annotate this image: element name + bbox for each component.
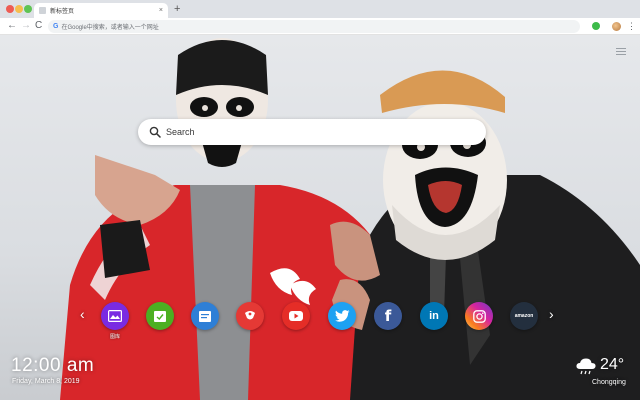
extension-green-icon[interactable] xyxy=(592,22,600,30)
twitter-icon xyxy=(328,302,356,330)
speed-dial-game[interactable] xyxy=(235,302,265,330)
speed-dial-gallery[interactable]: 图库 xyxy=(100,302,130,340)
speed-dial-prev-button[interactable]: ‹ xyxy=(80,307,85,321)
speed-dial-notes[interactable] xyxy=(190,302,220,330)
search-icon xyxy=(149,126,161,138)
close-window-button[interactable] xyxy=(6,5,14,13)
amazon-icon: amazon xyxy=(510,302,538,330)
speed-dial-amazon[interactable]: amazon xyxy=(509,302,539,330)
new-tab-page: Search ‹ 图库 f in amazon › 12:00 am Frida… xyxy=(0,35,640,400)
back-button[interactable]: ← xyxy=(7,21,17,31)
weather-city: Chongqing xyxy=(592,379,626,386)
forward-button[interactable]: → xyxy=(21,21,31,31)
reload-button[interactable]: C xyxy=(35,21,42,31)
speed-dial-label-gallery: 图库 xyxy=(109,334,120,340)
speed-dial-instagram[interactable] xyxy=(464,302,494,330)
tab-close-icon[interactable]: × xyxy=(159,7,163,14)
search-bar[interactable]: Search xyxy=(138,119,486,145)
tab-title: 新标签页 xyxy=(50,9,75,15)
page-settings-menu-icon[interactable] xyxy=(616,48,626,57)
search-placeholder: Search xyxy=(166,127,195,137)
google-icon: G xyxy=(53,23,59,30)
browser-menu-icon[interactable]: ⋮ xyxy=(627,20,636,32)
speed-dial-next-button[interactable]: › xyxy=(549,307,554,321)
minimize-window-button[interactable] xyxy=(15,5,23,13)
profile-avatar-icon[interactable] xyxy=(612,22,621,31)
clock-date: Friday, March 8, 2019 xyxy=(12,378,80,385)
browser-toolbar: ← → C G 在Google中搜索，或者输入一个网址 xyxy=(0,18,640,35)
speed-dial-linkedin[interactable]: in xyxy=(419,302,449,330)
youtube-icon xyxy=(282,302,310,330)
tab-strip: 新标签页 × + xyxy=(0,0,640,18)
check-calendar-icon xyxy=(146,302,174,330)
wallpaper-image xyxy=(60,38,640,400)
gallery-icon xyxy=(101,302,129,330)
linkedin-icon: in xyxy=(420,302,448,330)
speed-dial-calendar[interactable] xyxy=(145,302,175,330)
new-tab-button[interactable]: + xyxy=(174,3,180,15)
cloud-rain-icon xyxy=(576,358,596,375)
instagram-icon xyxy=(465,302,493,330)
tab-new-tab[interactable]: 新标签页 × xyxy=(34,3,168,18)
speed-dial-youtube[interactable] xyxy=(281,302,311,330)
tab-favicon-icon xyxy=(39,7,46,14)
speed-dial-facebook[interactable]: f xyxy=(373,302,403,330)
notes-icon xyxy=(191,302,219,330)
clock-time: 12:00 am xyxy=(11,355,95,376)
address-bar-placeholder: 在Google中搜索，或者输入一个网址 xyxy=(61,25,159,31)
facebook-icon: f xyxy=(374,302,402,330)
game-icon xyxy=(236,302,264,330)
speed-dial-twitter[interactable] xyxy=(327,302,357,330)
weather-temperature: 24° xyxy=(600,356,625,373)
maximize-window-button[interactable] xyxy=(24,5,32,13)
address-bar[interactable]: G 在Google中搜索，或者输入一个网址 xyxy=(48,20,580,33)
